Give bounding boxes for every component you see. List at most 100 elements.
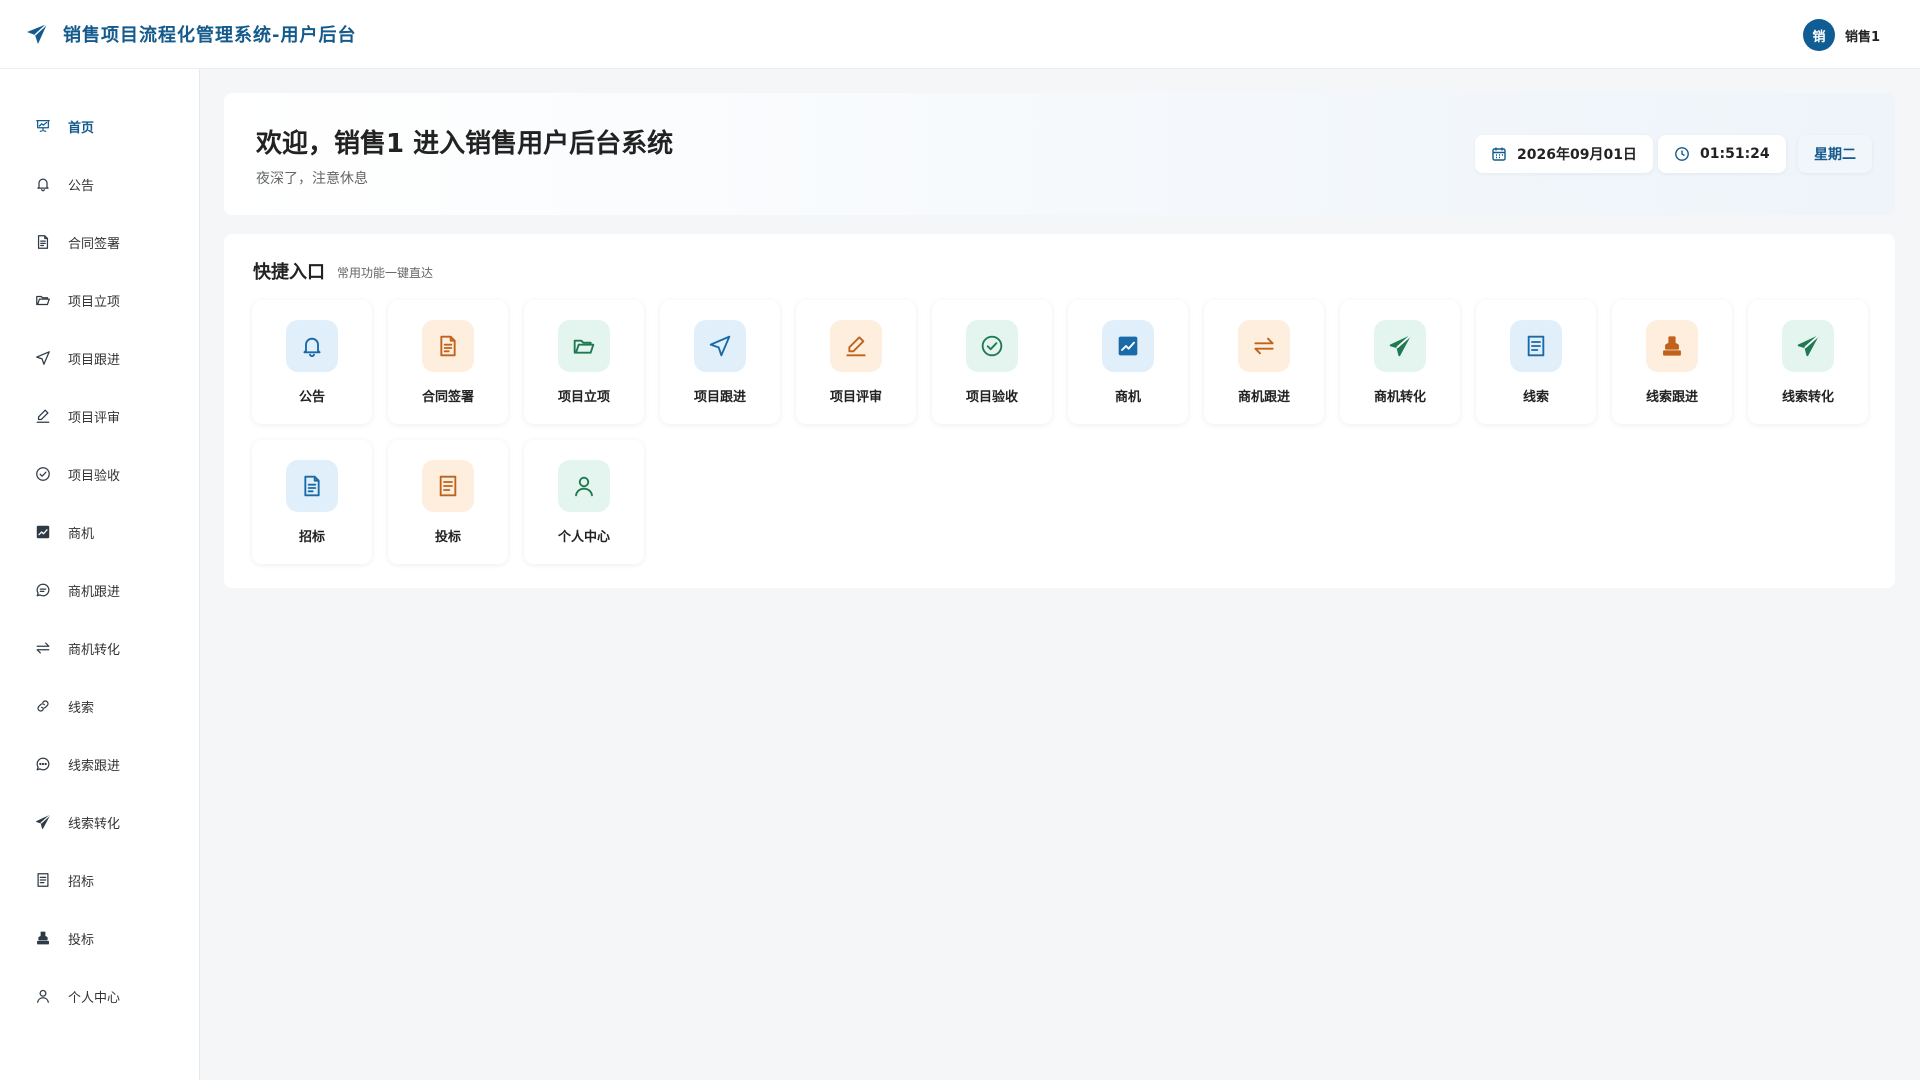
sidebar: 首页公告合同签署项目立项项目跟进项目评审项目验收商机商机跟进商机转化线索线索跟进… (0, 69, 200, 1080)
stamp-icon (34, 929, 52, 947)
bell-icon (34, 175, 52, 193)
current-time: 01:51:24 (1700, 146, 1770, 162)
quick-entry-label: 合同签署 (421, 390, 474, 405)
sidebar-item[interactable]: 首页 (0, 97, 199, 155)
document-icon (34, 233, 52, 251)
user-icon (558, 460, 610, 512)
quick-entry-tile[interactable]: 合同签署 (388, 300, 508, 424)
swap-arrows-icon (1238, 320, 1290, 372)
top-header: 销售项目流程化管理系统-用户后台 销 销售1 (0, 0, 1920, 69)
quick-entry-tile[interactable]: 商机跟进 (1204, 300, 1324, 424)
quick-entry-label: 项目评审 (829, 390, 882, 405)
swap-arrows-icon (34, 639, 52, 657)
presentation-chart-icon (34, 117, 52, 135)
quick-entry-label: 公告 (298, 390, 325, 405)
sidebar-item-label: 线索转化 (68, 816, 121, 832)
quick-entry-label: 线索转化 (1781, 390, 1834, 405)
quick-entry-tile[interactable]: 线索跟进 (1612, 300, 1732, 424)
navigation-arrow-icon (34, 349, 52, 367)
quick-entry-label: 项目验收 (965, 390, 1018, 405)
quick-entry-label: 投标 (434, 530, 461, 545)
username[interactable]: 销售1 (1845, 26, 1880, 45)
paper-plane-icon (1374, 320, 1426, 372)
quick-entry-tile[interactable]: 个人中心 (524, 440, 644, 564)
welcome-title: 欢迎，销售1 进入销售用户后台系统 (256, 129, 674, 159)
quick-entry-tile[interactable]: 招标 (252, 440, 372, 564)
quick-entry-tile[interactable]: 项目验收 (932, 300, 1052, 424)
quick-entry-label: 商机转化 (1373, 390, 1426, 405)
sidebar-item[interactable]: 线索跟进 (0, 735, 199, 793)
quick-entry-tile[interactable]: 商机 (1068, 300, 1188, 424)
sidebar-item[interactable]: 投标 (0, 909, 199, 967)
quick-entry-title: 快捷入口 (253, 262, 325, 283)
quick-entry-tile[interactable]: 线索转化 (1748, 300, 1868, 424)
quick-entry-label: 项目立项 (557, 390, 610, 405)
time-badge: 01:51:24 (1658, 135, 1786, 173)
line-chart-icon (34, 523, 52, 541)
quick-entry-label: 招标 (298, 530, 325, 545)
quick-entry-label: 个人中心 (557, 530, 610, 545)
list-document-icon (422, 460, 474, 512)
sidebar-item-label: 线索跟进 (68, 758, 121, 774)
sidebar-item-label: 招标 (68, 874, 95, 890)
sidebar-item[interactable]: 招标 (0, 851, 199, 909)
sidebar-item[interactable]: 线索 (0, 677, 199, 735)
line-chart-icon (1102, 320, 1154, 372)
quick-entry-tile[interactable]: 项目评审 (796, 300, 916, 424)
sidebar-item-label: 项目验收 (68, 468, 121, 484)
welcome-banner: 欢迎，销售1 进入销售用户后台系统 夜深了，注意休息 2026年09月01日 0… (224, 93, 1895, 215)
clock-icon (1674, 145, 1692, 163)
sidebar-item[interactable]: 项目验收 (0, 445, 199, 503)
paper-plane-logo-icon (25, 22, 49, 46)
quick-entry-label: 项目跟进 (693, 390, 746, 405)
quick-entry-tile[interactable]: 公告 (252, 300, 372, 424)
pen-icon (830, 320, 882, 372)
quick-entry-label: 线索 (1522, 390, 1549, 405)
bell-icon (286, 320, 338, 372)
pen-icon (34, 407, 52, 425)
sidebar-item[interactable]: 商机转化 (0, 619, 199, 677)
sidebar-item[interactable]: 个人中心 (0, 967, 199, 1025)
calendar-icon (1491, 145, 1509, 163)
sidebar-item[interactable]: 项目评审 (0, 387, 199, 445)
list-document-icon (34, 871, 52, 889)
document-icon (422, 320, 474, 372)
sidebar-item[interactable]: 项目跟进 (0, 329, 199, 387)
quick-entry-label: 线索跟进 (1645, 390, 1698, 405)
check-circle-icon (966, 320, 1018, 372)
folder-open-icon (558, 320, 610, 372)
stamp-icon (1646, 320, 1698, 372)
app-title: 销售项目流程化管理系统-用户后台 (63, 25, 357, 46)
sidebar-item[interactable]: 商机 (0, 503, 199, 561)
navigation-arrow-icon (694, 320, 746, 372)
sidebar-item[interactable]: 公告 (0, 155, 199, 213)
quick-entry-label: 商机 (1114, 390, 1141, 405)
sidebar-item-label: 项目立项 (68, 294, 121, 310)
sidebar-item-label: 商机转化 (68, 642, 121, 658)
sidebar-item-label: 项目跟进 (68, 352, 121, 368)
current-date: 2026年09月01日 (1517, 147, 1637, 163)
sidebar-item-label: 商机 (68, 526, 95, 542)
quick-entry-tile[interactable]: 项目立项 (524, 300, 644, 424)
sidebar-item[interactable]: 线索转化 (0, 793, 199, 851)
document-icon (286, 460, 338, 512)
avatar[interactable]: 销 (1802, 19, 1835, 51)
check-circle-icon (34, 465, 52, 483)
quick-entry-tile[interactable]: 项目跟进 (660, 300, 780, 424)
sidebar-item[interactable]: 商机跟进 (0, 561, 199, 619)
sidebar-item[interactable]: 合同签署 (0, 213, 199, 271)
folder-open-icon (34, 291, 52, 309)
sidebar-item-label: 个人中心 (68, 990, 121, 1006)
user-icon (34, 987, 52, 1005)
paper-plane-icon (1782, 320, 1834, 372)
quick-entry-tile[interactable]: 商机转化 (1340, 300, 1460, 424)
sidebar-item[interactable]: 项目立项 (0, 271, 199, 329)
weekday-badge: 星期二 (1798, 135, 1872, 173)
sidebar-item-label: 线索 (68, 700, 95, 716)
quick-entry-tile[interactable]: 投标 (388, 440, 508, 564)
sidebar-item-label: 公告 (68, 178, 95, 194)
user-menu[interactable]: 销 销售1 (1802, 19, 1880, 51)
quick-entry-tile[interactable]: 线索 (1476, 300, 1596, 424)
link-chain-icon (34, 697, 52, 715)
sidebar-item-label: 投标 (68, 932, 95, 948)
